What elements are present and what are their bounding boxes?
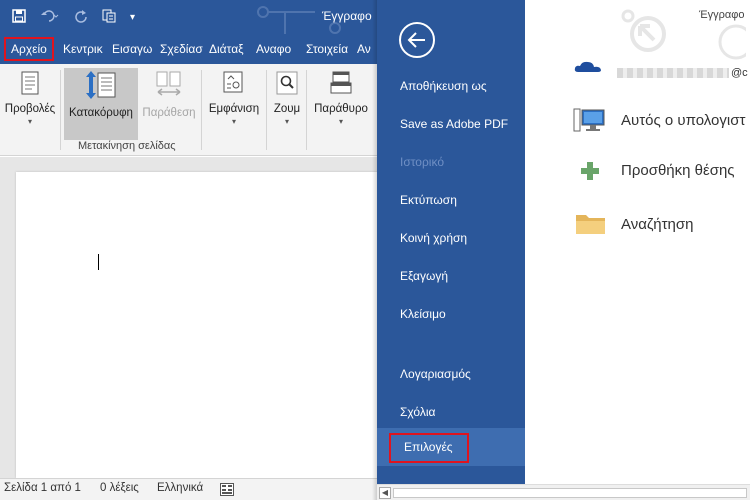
this-pc-label: Αυτός ο υπολογιστ — [621, 112, 746, 129]
computer-icon — [573, 108, 605, 132]
word-count[interactable]: 0 λέξεις — [100, 482, 139, 494]
scrollbar-thumb[interactable] — [393, 488, 747, 498]
undo-icon[interactable] — [40, 9, 60, 26]
ribbon-tabs: Αρχείο Κεντρικ Εισαγω Σχεδίασ Διάταξ Ανα… — [0, 34, 378, 64]
vertical-movement-button[interactable]: Κατακόρυφη — [64, 68, 138, 140]
layout-icon[interactable] — [220, 483, 234, 499]
side-by-side-icon — [156, 71, 181, 96]
ribbon: Προβολές ▾ Κατακόρυφη Παράθεση Μετακίνησ… — [0, 64, 378, 156]
add-place-label: Προσθήκη θέσης — [621, 162, 735, 179]
plus-icon — [581, 162, 599, 180]
tab-layout[interactable]: Διάταξ — [209, 34, 244, 64]
tab-home[interactable]: Κεντρικ — [63, 34, 103, 64]
customize-toolbar-icon[interactable]: ▾ — [130, 12, 135, 23]
ribbon-divider — [306, 70, 307, 150]
place-browse[interactable]: Αναζήτηση — [573, 210, 750, 240]
place-add-location[interactable]: Προσθήκη θέσης — [573, 158, 750, 188]
nav-close[interactable]: Κλείσιμο — [400, 307, 446, 321]
horizontal-scrollbar[interactable]: ◀ — [377, 484, 750, 500]
tab-review[interactable]: Αν — [357, 34, 371, 64]
redo-icon[interactable] — [74, 9, 88, 26]
nav-options-selected[interactable]: Επιλογές — [377, 428, 525, 466]
nav-print[interactable]: Εκτύπωση — [400, 193, 457, 207]
document-area — [0, 157, 378, 478]
nav-save-as-pdf[interactable]: Save as Adobe PDF — [400, 117, 508, 131]
tab-insert[interactable]: Εισαγω — [112, 34, 152, 64]
views-label: Προβολές — [4, 103, 56, 115]
vertical-scroll-icon — [86, 71, 116, 99]
arrow-left-icon — [407, 32, 425, 48]
chevron-down-icon: ▾ — [284, 117, 289, 126]
chevron-down-icon: ▾ — [231, 117, 236, 126]
nav-export[interactable]: Εξαγωγή — [400, 269, 448, 283]
tab-references[interactable]: Αναφο — [256, 34, 291, 64]
tab-file[interactable]: Αρχείο — [4, 37, 54, 61]
window-label: Παράθυρο — [314, 103, 368, 115]
account-email: @c — [731, 67, 748, 79]
zoom-label: Ζουμ — [273, 103, 301, 115]
back-button[interactable] — [399, 22, 435, 58]
language-indicator[interactable]: Ελληνικά — [157, 482, 203, 494]
quick-access-toolbar: ▾ — [12, 8, 135, 26]
page-count[interactable]: Σελίδα 1 από 1 — [4, 482, 81, 494]
show-button[interactable]: Εμφάνιση ▾ — [204, 68, 264, 140]
ribbon-divider — [60, 70, 61, 150]
backstage-content: Έγγραφο @c Αυτός ο υπολογιστ Προσθήκη θέ… — [525, 0, 750, 484]
scroll-left-icon[interactable]: ◀ — [379, 487, 391, 499]
chevron-down-icon: ▾ — [338, 117, 343, 126]
browse-label: Αναζήτηση — [621, 216, 694, 233]
copy-format-icon[interactable] — [102, 9, 116, 26]
place-this-pc[interactable]: Αυτός ο υπολογιστ — [573, 104, 750, 138]
onedrive-icon[interactable] — [573, 59, 603, 73]
status-bar: Σελίδα 1 από 1 0 λέξεις Ελληνικά — [0, 478, 378, 500]
nav-share[interactable]: Κοινή χρήση — [400, 231, 467, 245]
page-movement-group-label: Μετακίνηση σελίδας — [78, 140, 176, 152]
decoration-circle-icon — [718, 24, 746, 60]
document-page[interactable] — [16, 172, 378, 478]
backstage-nav: Αποθήκευση ως Save as Adobe PDF Ιστορικό… — [377, 0, 525, 484]
tab-mailings[interactable]: Στοιχεία — [306, 34, 348, 64]
backstage-document-title: Έγγραφο — [699, 9, 745, 21]
vertical-label: Κατακόρυφη — [69, 107, 133, 119]
document-title: Έγγραφο — [322, 9, 372, 23]
title-decoration-icon — [621, 9, 666, 52]
word-window: ▾ Έγγραφο Αρχείο Κεντρικ Εισαγω Σχεδίασ … — [0, 0, 750, 500]
window-icon — [330, 71, 352, 94]
tab-design[interactable]: Σχεδίασ — [160, 34, 203, 64]
nav-account[interactable]: Λογαριασμός — [400, 367, 471, 381]
text-cursor — [98, 254, 99, 270]
ribbon-divider — [201, 70, 202, 150]
side-by-side-label: Παράθεση — [142, 107, 196, 119]
window-button[interactable]: Παράθυρο ▾ — [308, 68, 374, 140]
zoom-button[interactable]: Ζουμ ▾ — [268, 68, 306, 140]
ribbon-divider — [266, 70, 267, 150]
nav-options[interactable]: Επιλογές — [404, 440, 453, 454]
page-views-icon — [21, 71, 39, 95]
save-icon[interactable] — [12, 8, 26, 26]
nav-feedback[interactable]: Σχόλια — [400, 405, 435, 419]
folder-icon — [576, 215, 605, 234]
side-by-side-button[interactable]: Παράθεση — [140, 68, 198, 140]
show-icon — [223, 71, 243, 93]
magnifier-icon — [276, 71, 298, 95]
chevron-down-icon: ▾ — [27, 117, 32, 126]
nav-save-as[interactable]: Αποθήκευση ως — [400, 79, 487, 93]
account-email-redacted — [617, 68, 729, 78]
views-button[interactable]: Προβολές ▾ — [2, 68, 58, 140]
show-label: Εμφάνιση — [208, 103, 260, 115]
nav-history: Ιστορικό — [400, 155, 445, 169]
